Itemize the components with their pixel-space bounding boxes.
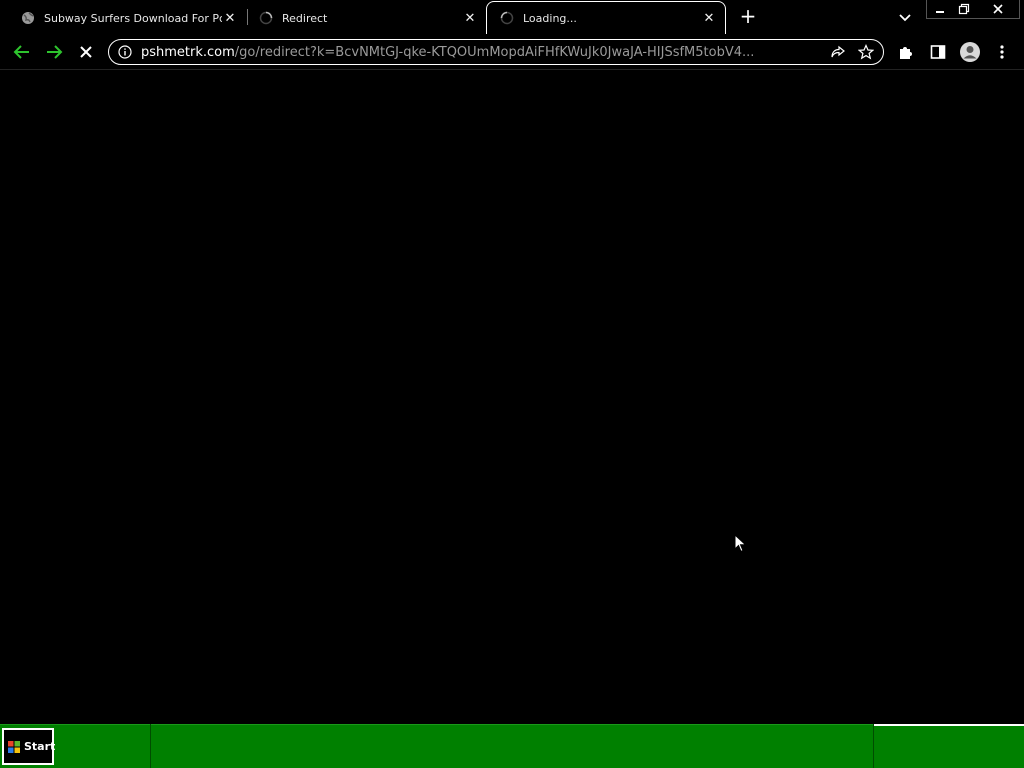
globe-icon [20, 10, 36, 26]
tab-title: Redirect [282, 11, 328, 25]
url-path: /go/redirect?k=BcvNMtGJ-qke-KTQOUmMopdAi… [234, 44, 755, 60]
mouse-pointer-icon [734, 533, 748, 554]
taskbar-divider [150, 724, 151, 768]
site-info-icon[interactable] [117, 44, 133, 60]
taskbar: Start [0, 724, 1024, 768]
taskbar-divider [873, 724, 874, 768]
url-host: pshmetrk.com [141, 44, 235, 60]
profile-avatar-icon[interactable] [958, 40, 982, 64]
stop-loading-icon[interactable] [74, 40, 98, 64]
loading-spinner-icon [499, 10, 515, 26]
tab-title: Loading... [523, 11, 577, 25]
page-content [0, 71, 1024, 724]
tab-strip: Subway Surfers Download For Pc ✕ Redirec… [0, 0, 1024, 34]
forward-arrow-icon[interactable] [42, 40, 66, 64]
back-arrow-icon[interactable] [10, 40, 34, 64]
new-tab-button[interactable]: + [737, 6, 759, 28]
close-tab-icon[interactable]: ✕ [222, 10, 238, 26]
extensions-puzzle-icon[interactable] [894, 40, 918, 64]
restore-window-icon[interactable] [952, 0, 976, 18]
bookmark-star-icon[interactable] [855, 41, 877, 63]
close-window-icon[interactable] [986, 0, 1010, 18]
close-tab-icon[interactable]: ✕ [701, 10, 717, 26]
system-tray-edge [874, 724, 1024, 726]
tab-redirect[interactable]: Redirect ✕ [250, 2, 486, 34]
tab-loading-active[interactable]: Loading... ✕ [486, 1, 726, 34]
windows-flag-icon [7, 740, 21, 754]
browser-toolbar: pshmetrk.com/go/redirect?k=BcvNMtGJ-qke-… [0, 34, 1024, 70]
side-panel-icon[interactable] [926, 40, 950, 64]
more-menu-icon[interactable] [990, 40, 1014, 64]
tab-divider [247, 9, 248, 25]
address-bar[interactable]: pshmetrk.com/go/redirect?k=BcvNMtGJ-qke-… [108, 39, 884, 65]
share-icon[interactable] [827, 41, 849, 63]
url-text[interactable]: pshmetrk.com/go/redirect?k=BcvNMtGJ-qke-… [141, 45, 827, 60]
taskbar-top-edge [0, 724, 1024, 725]
tab-subway-surfers[interactable]: Subway Surfers Download For Pc ✕ [0, 2, 246, 34]
start-button[interactable]: Start [2, 728, 56, 765]
loading-spinner-icon [258, 10, 274, 26]
start-label: Start [24, 740, 56, 753]
tab-search-chevron-icon[interactable] [896, 8, 914, 26]
tab-title: Subway Surfers Download For Pc [44, 11, 222, 25]
minimize-window-icon[interactable] [928, 0, 952, 18]
close-tab-icon[interactable]: ✕ [462, 10, 478, 26]
